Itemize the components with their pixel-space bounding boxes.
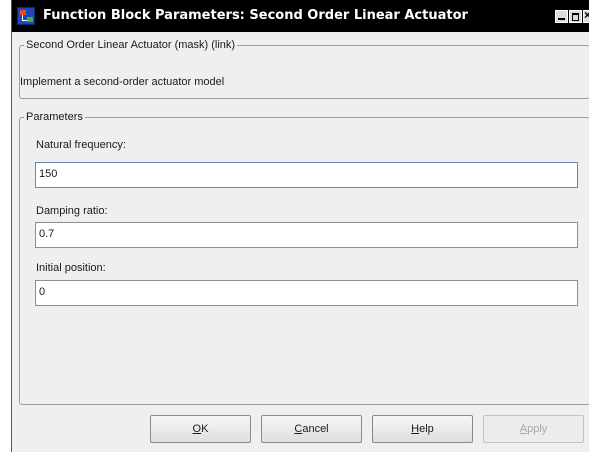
mask-group-legend: Second Order Linear Actuator (mask) (lin…: [26, 39, 236, 51]
window-title: Function Block Parameters: Second Order …: [43, 8, 468, 23]
natural-frequency-field[interactable]: 150: [35, 162, 578, 188]
help-label: elp: [419, 423, 434, 435]
apply-button[interactable]: Apply: [483, 415, 584, 443]
close-button[interactable]: ×: [583, 8, 589, 23]
initial-position-label: Initial position:: [36, 262, 106, 274]
help-mnemonic: H: [411, 423, 420, 435]
parameters-group: Parameters: [19, 111, 589, 405]
help-button[interactable]: Help: [372, 415, 473, 443]
apply-label: pply: [527, 423, 548, 435]
simulink-block-icon: [17, 7, 35, 25]
ok-label: K: [201, 423, 209, 435]
title-bar[interactable]: Function Block Parameters: Second Order …: [12, 0, 589, 32]
natural-frequency-label: Natural frequency:: [36, 139, 126, 151]
ok-mnemonic: O: [192, 423, 202, 435]
minimize-button[interactable]: [555, 10, 568, 23]
parameters-group-legend: Parameters: [26, 111, 83, 123]
damping-ratio-label: Damping ratio:: [36, 205, 108, 217]
initial-position-field[interactable]: 0: [35, 280, 578, 306]
close-icon: ×: [584, 8, 589, 22]
mask-description: Implement a second-order actuator model: [20, 76, 225, 88]
damping-ratio-field[interactable]: 0.7: [35, 222, 578, 248]
mask-description-group: Second Order Linear Actuator (mask) (lin…: [19, 39, 589, 99]
ok-button[interactable]: OK: [150, 415, 251, 443]
cancel-button[interactable]: Cancel: [261, 415, 362, 443]
dialog-window: Function Block Parameters: Second Order …: [11, 0, 589, 452]
apply-mnemonic: A: [519, 423, 528, 435]
cancel-label: ancel: [302, 423, 329, 435]
maximize-button[interactable]: [569, 10, 582, 23]
